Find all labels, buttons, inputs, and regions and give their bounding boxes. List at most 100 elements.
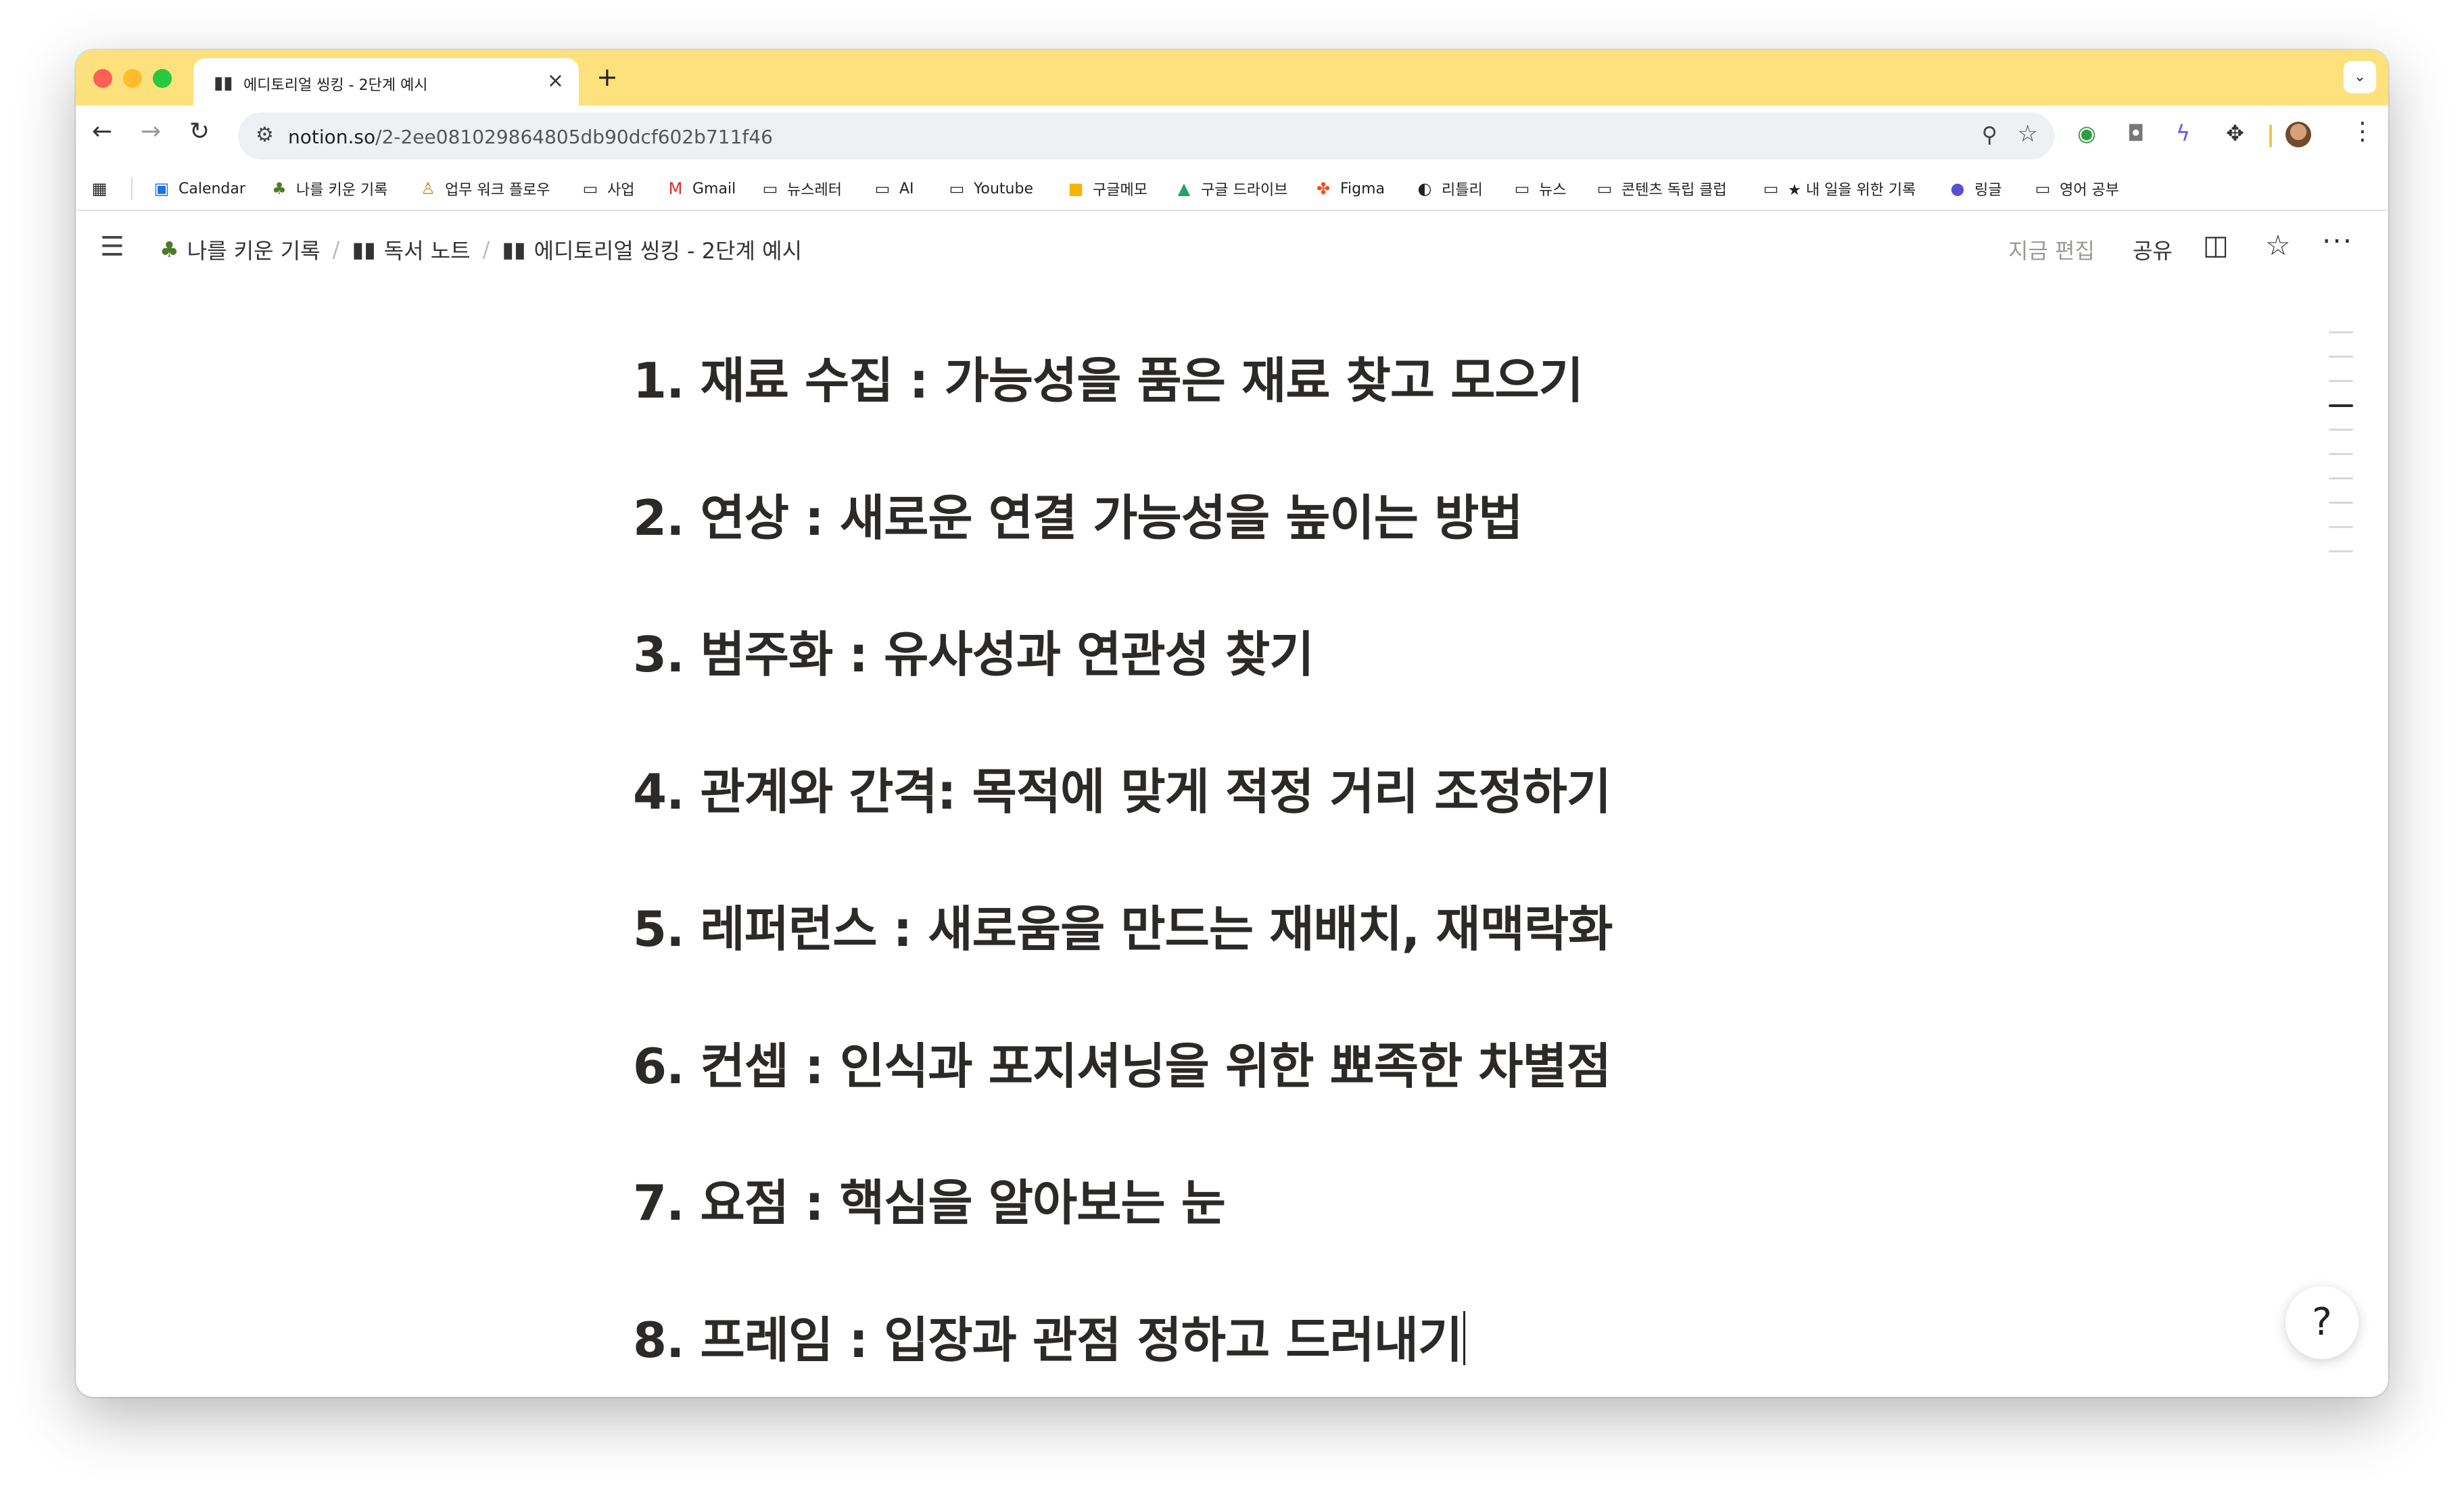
maximize-window-button[interactable] [153,69,172,88]
toc-line[interactable] [2329,550,2353,552]
bookmark-star-icon[interactable]: ☆ [2018,120,2038,147]
bookmark-work-record[interactable]: ▭ ★ 내 일을 위한 기록 [1761,177,1916,200]
littly-icon: ◐ [1417,179,1432,198]
profile-avatar[interactable] [2285,122,2311,147]
bookmark-google-drive[interactable]: ▲ 구글 드라이브 [1174,177,1288,200]
bookmark-growth-record[interactable]: ♣ 나를 키운 기록 [269,177,387,200]
toc-line[interactable] [2329,502,2353,504]
heading-6[interactable]: 6. 컨셉 : 인식과 포지셔닝을 위한 뾰족한 차별점 [633,1026,1611,1097]
bookmark-newsletter[interactable]: ▭ 뉴스레터 [760,177,842,200]
bookmark-littly[interactable]: ◐ 리틀리 [1415,177,1483,200]
folder-icon: ▭ [874,179,891,198]
heading-7[interactable]: 7. 요점 : 핵심을 알아보는 눈 [633,1163,1226,1234]
bookmark-calendar[interactable]: ▣ Calendar [151,177,245,200]
tab-bar: ▮▮ 에디토리얼 씽킹 - 2단계 예시 × + ⌄ [76,50,2388,105]
bookmark-ringle[interactable]: ● 링글 [1947,177,2002,200]
new-tab-button[interactable]: + [596,62,618,92]
folder-icon: ▭ [582,179,598,198]
site-settings-icon[interactable]: ⚙ [256,123,274,147]
zoom-icon[interactable]: ⚲ [1982,122,1997,147]
bookmark-label: Calendar [179,180,245,197]
toc-line[interactable] [2329,526,2353,528]
bookmark-ai[interactable]: ▭ AI [872,177,914,200]
bookmark-label: 뉴스 [1539,182,1567,199]
bookmark-youtube[interactable]: ▭ Youtube [947,177,1033,200]
close-window-button[interactable] [93,69,112,88]
url-text[interactable]: notion.so/2-2ee081029864805db90dcf602b71… [288,126,773,148]
heading-8[interactable]: 8. 프레임 : 입장과 관점 정하고 드러내기 [633,1300,1466,1371]
bookmark-label: Gmail [692,180,736,197]
bookmark-label: 링글 [1974,182,2002,199]
bookmark-business[interactable]: ▭ 사업 [580,177,635,200]
bookmarks-bar: ▦ ▣ Calendar ♣ 나를 키운 기록 ♙ 업무 워크 플로우 ▭ 사업 M Gm… [76,165,2388,211]
bolt-extension-icon[interactable]: ϟ [2176,120,2190,146]
bookmark-gmail[interactable]: M Gmail [665,177,736,200]
bookmarks-divider [131,177,133,200]
notion-topbar: ☰ ♣ 나를 키운 기록 / ▮▮ 독서 노트 / ▮▮ 에디토리얼 씽킹 - 2단계… [76,211,2388,279]
side-panel-icon[interactable]: ◫ [2203,230,2229,261]
toc-line[interactable] [2329,453,2353,455]
folder-icon: ▭ [949,179,965,198]
browser-menu-icon[interactable]: ⋮ [2350,118,2375,145]
close-tab-icon[interactable]: × [547,69,564,93]
folder-icon: ▭ [762,179,778,198]
toc-line[interactable] [2329,477,2353,479]
gmail-icon: M [668,179,683,198]
url-host: notion.so [288,126,376,148]
edited-status: 지금 편집 [2008,238,2095,264]
active-tab[interactable]: ▮▮ 에디토리얼 씽킹 - 2단계 예시 × [193,58,579,105]
heading-3[interactable]: 3. 범주화 : 유사성과 연관성 찾기 [633,615,1314,686]
heading-2[interactable]: 2. 연상 : 새로운 연결 가능성을 높이는 방법 [633,478,1523,549]
text-cursor [1463,1311,1466,1365]
toc-line[interactable] [2329,331,2353,333]
bookmark-google-keep[interactable]: ■ 구글메모 [1066,177,1147,200]
share-button[interactable]: 공유 [2133,234,2173,265]
toc-line[interactable] [2329,429,2353,431]
toolbar: ← → ↻ ⚙ notion.so/2-2ee081029864805db90d… [76,105,2388,165]
breadcrumb-label: 독서 노트 [383,238,471,264]
folder-icon: ▭ [1514,179,1530,198]
bookmark-content-club[interactable]: ▭ 콘텐츠 독립 클럽 [1594,177,1727,200]
sidebar-menu-icon[interactable]: ☰ [100,231,124,262]
reload-icon[interactable]: ↻ [189,118,210,145]
apps-grid-icon[interactable]: ▦ [89,177,110,200]
tree-icon: ♣ [272,179,287,198]
back-icon[interactable]: ← [92,118,112,145]
folder-icon: ▭ [1763,179,1779,198]
bookmark-english-study[interactable]: ▭ 영어 공부 [2033,177,2119,200]
evernote-extension-icon[interactable]: ◉ [2077,120,2096,146]
breadcrumb-item-growth-record[interactable]: ♣ 나를 키운 기록 [160,234,321,265]
camera-extension-icon[interactable]: ◘ [2127,120,2144,146]
more-options-icon[interactable]: ··· [2322,224,2353,258]
tab-search-button[interactable]: ⌄ [2344,61,2376,93]
bookmark-label: 사업 [607,182,635,199]
address-bar[interactable]: ⚙ notion.so/2-2ee081029864805db90dcf602b… [238,112,2054,160]
heading-1[interactable]: 1. 재료 수집 : 가능성을 품은 재료 찾고 모으기 [633,341,1584,412]
breadcrumb-separator: / [482,237,490,262]
bookmark-workflow[interactable]: ♙ 업무 워크 플로우 [418,177,550,200]
page-content: 1. 재료 수집 : 가능성을 품은 재료 찾고 모으기 2. 연상 : 새로운… [76,279,2388,1397]
bookmark-label: 리틀리 [1442,182,1483,199]
bookmark-label: Figma [1340,180,1385,197]
heading-4[interactable]: 4. 관계와 간격: 목적에 맞게 적정 거리 조정하기 [633,752,1611,823]
bookmark-label: Youtube [974,180,1033,197]
forward-icon[interactable]: → [141,118,161,145]
minimize-window-button[interactable] [123,69,142,88]
toc-line[interactable] [2329,380,2353,382]
notion-ai-assistant-button[interactable]: ? [2285,1286,2359,1359]
breadcrumb-item-current-page[interactable]: ▮▮ 에디토리얼 씽킹 - 2단계 예시 [502,234,802,265]
drive-icon: ▲ [1177,179,1191,198]
breadcrumb-item-reading-notes[interactable]: ▮▮ 독서 노트 [352,234,470,265]
bookmark-figma[interactable]: ✤ Figma [1313,177,1385,200]
heading-5[interactable]: 5. 레퍼런스 : 새로움을 만드는 재배치, 재맥락화 [633,889,1613,960]
bookmark-label: 영어 공부 [2060,182,2119,199]
toc-line[interactable] [2329,404,2353,407]
favorite-star-icon[interactable]: ☆ [2265,229,2291,262]
person-icon: ♙ [421,179,435,198]
bookmark-news[interactable]: ▭ 뉴스 [1512,177,1567,200]
breadcrumb-label: 에디토리얼 씽킹 - 2단계 예시 [534,238,803,264]
url-path: /2-2ee081029864805db90dcf602b711f46 [375,126,773,148]
keep-icon: ■ [1068,179,1084,198]
extensions-puzzle-icon[interactable]: ✥ [2226,120,2244,146]
toc-line[interactable] [2329,356,2353,358]
